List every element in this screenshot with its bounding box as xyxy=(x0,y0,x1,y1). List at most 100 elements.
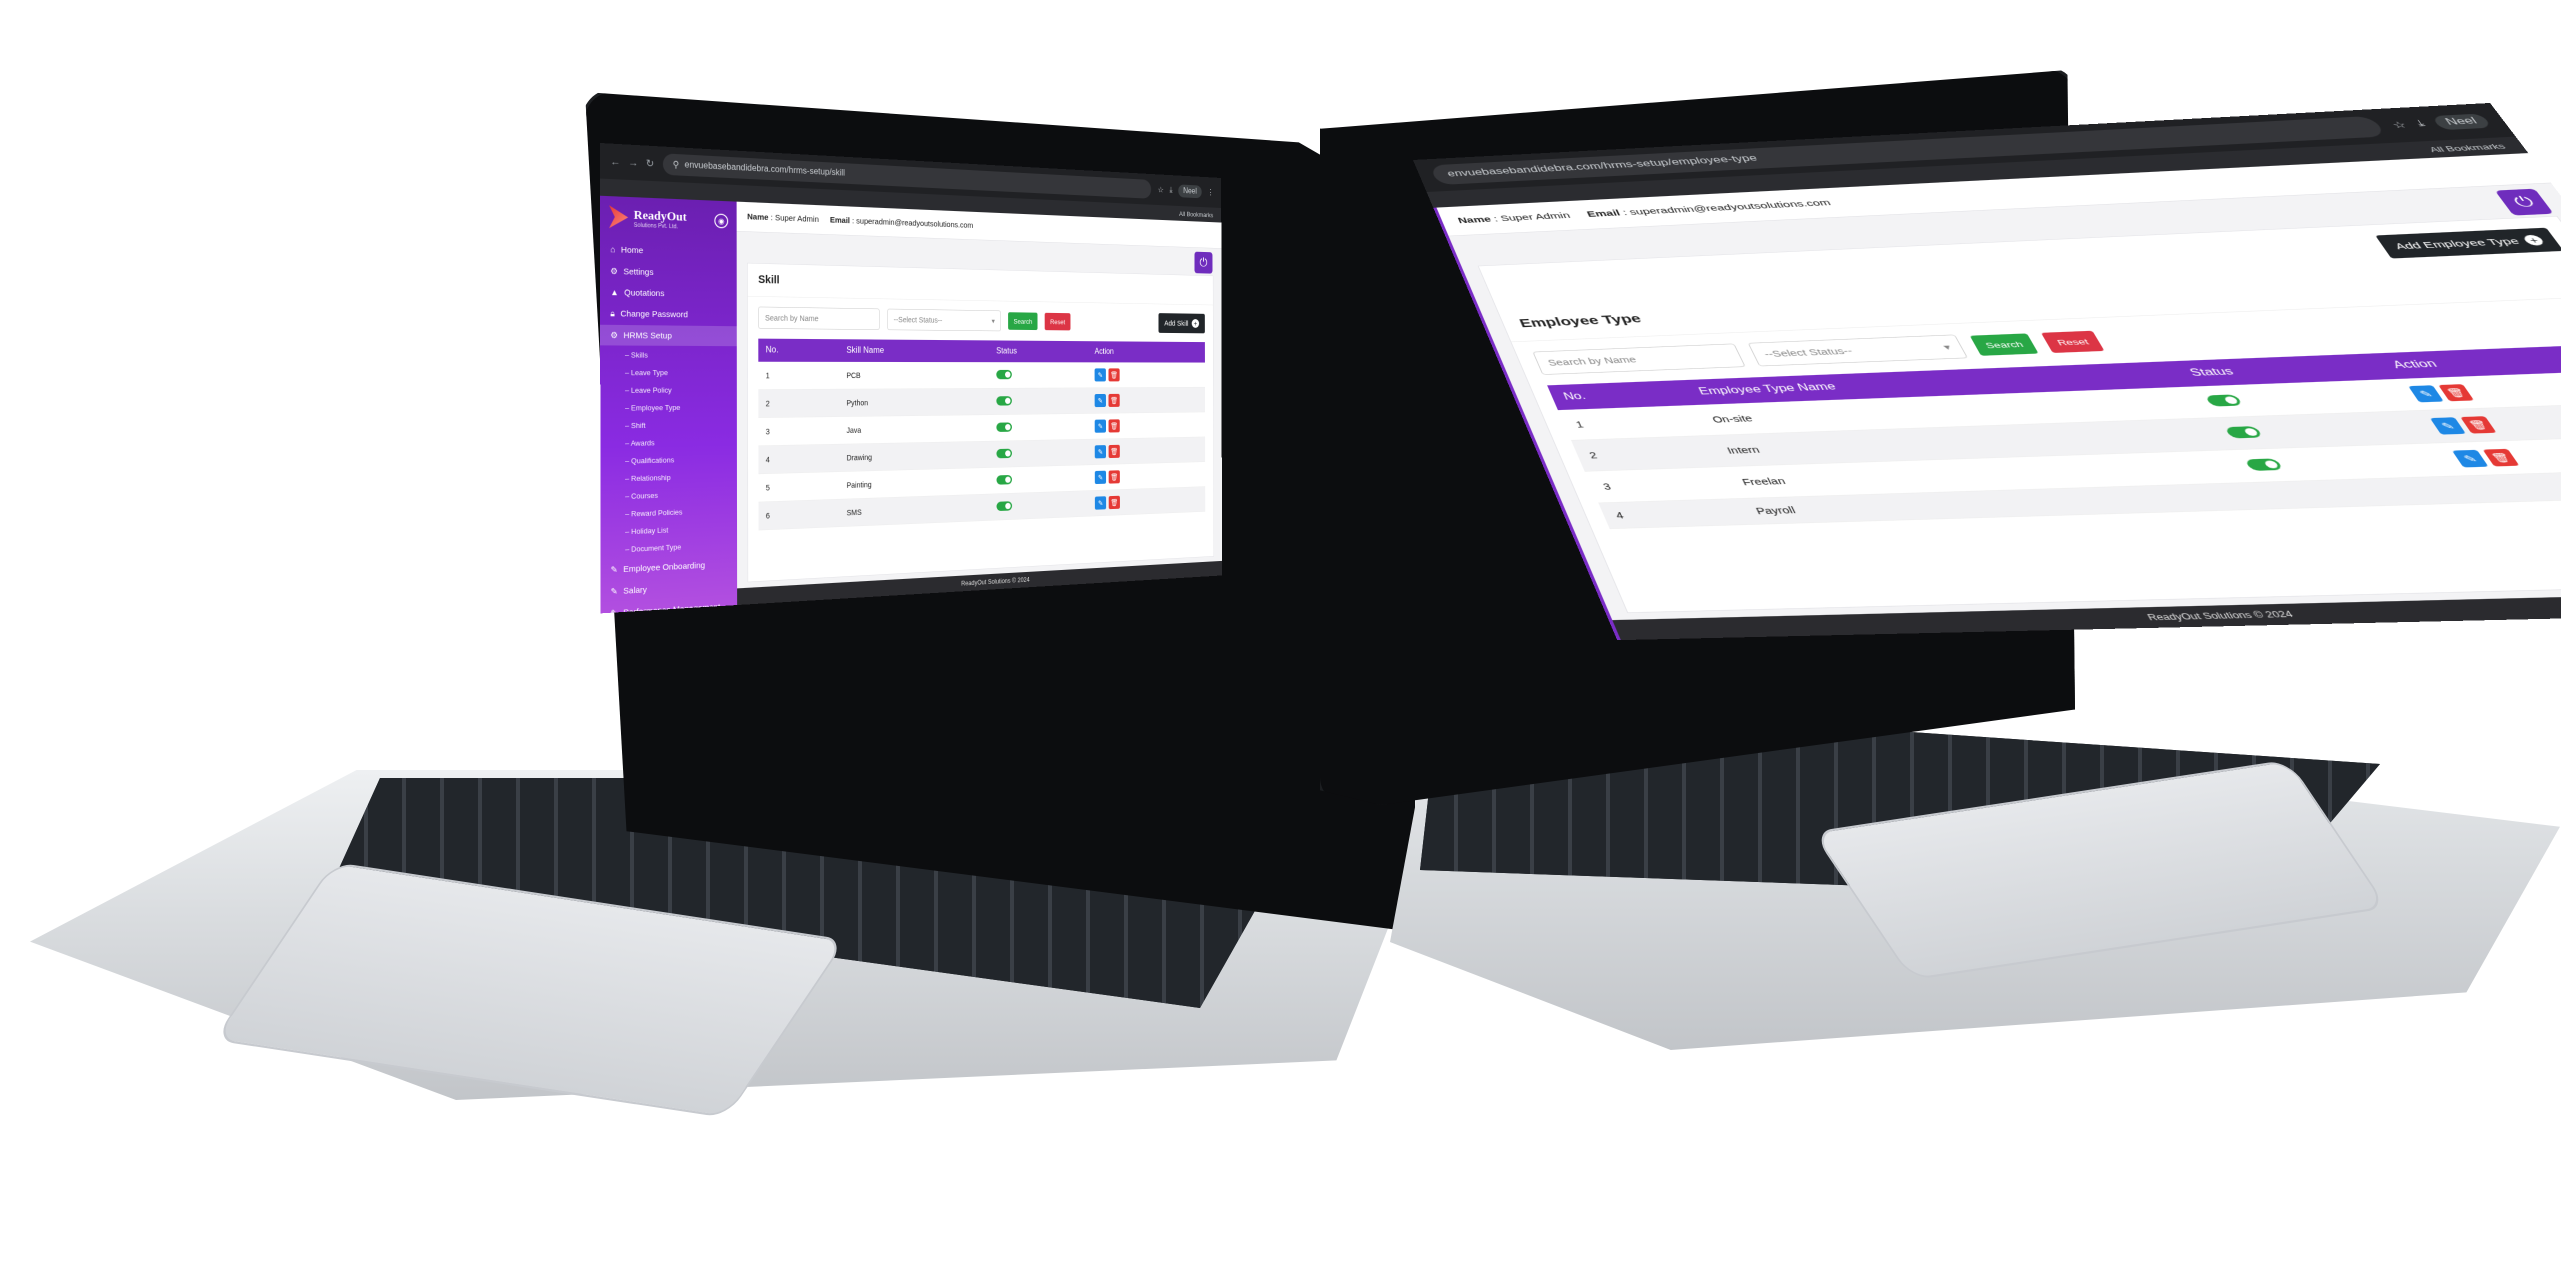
sidebar-subitem-leave-policy[interactable]: Leave Policy xyxy=(600,382,737,399)
lock-icon: 🔒︎ xyxy=(610,308,615,319)
trash-icon[interactable]: 🗑︎ xyxy=(2438,384,2475,402)
skill-card: Skill Search by Name --Select Status-- ▾ … xyxy=(747,262,1214,583)
search-button[interactable]: Search xyxy=(1969,333,2039,356)
edit-icon[interactable]: ✎ xyxy=(1094,393,1106,408)
email-value: superadmin@readyoutsolutions.com xyxy=(856,216,974,231)
sidebar-subitem-qualifications[interactable]: Qualifications xyxy=(600,450,737,470)
reset-button[interactable]: Reset xyxy=(1044,312,1071,331)
sidebar-item-settings[interactable]: ⚙ Settings xyxy=(600,261,737,285)
trash-icon[interactable]: 🗑︎ xyxy=(1108,393,1120,407)
setup-icon: ⚙ xyxy=(610,330,618,341)
salary-icon: ✎ xyxy=(610,586,618,597)
email-value: superadmin@readyoutsolutions.com xyxy=(1627,198,1833,217)
sidebar-item-home[interactable]: ⌂ Home xyxy=(600,239,737,263)
status-toggle[interactable] xyxy=(996,369,1012,379)
quote-icon: ▲ xyxy=(610,287,619,298)
logo-mark-icon xyxy=(609,205,628,229)
status-toggle[interactable] xyxy=(996,500,1013,511)
edit-icon[interactable]: ✎ xyxy=(1094,470,1107,485)
status-select[interactable]: --Select Status-- ▾ xyxy=(1747,334,1968,367)
trash-icon[interactable]: 🗑︎ xyxy=(1108,495,1120,510)
sidebar-subitem-skills[interactable]: Skills xyxy=(600,347,737,364)
edit-icon[interactable]: ✎ xyxy=(1094,445,1107,459)
trash-icon[interactable]: 🗑︎ xyxy=(2482,448,2520,467)
trash-icon[interactable]: 🗑︎ xyxy=(1108,470,1120,484)
add-employee-type-button[interactable]: Add Employee Type + xyxy=(2375,227,2561,259)
name-label: Name xyxy=(1456,214,1493,226)
trash-icon[interactable]: 🗑︎ xyxy=(1108,419,1120,433)
menu-icon[interactable]: ⋮ xyxy=(1207,187,1214,197)
gear-icon: ⚙ xyxy=(610,266,618,277)
add-skill-button[interactable]: Add Skill + xyxy=(1158,313,1205,334)
status-toggle[interactable] xyxy=(996,395,1012,406)
power-icon[interactable]: ⏻ xyxy=(1194,251,1213,274)
edit-icon[interactable]: ✎ xyxy=(2430,417,2467,435)
sidebar-toggle-icon[interactable]: ◉ xyxy=(714,213,729,229)
star-icon[interactable]: ☆ xyxy=(2389,119,2409,130)
sidebar-subitem-leave-type[interactable]: Leave Type xyxy=(600,364,737,381)
search-input[interactable]: Search by Name xyxy=(758,306,880,330)
profile-button[interactable]: Neel xyxy=(1178,184,1202,199)
status-select[interactable]: --Select Status-- ▾ xyxy=(887,308,1001,332)
url-text: envuebasebandidebra.com/hrms-setup/skill xyxy=(684,160,845,178)
forward-icon[interactable]: → xyxy=(628,156,638,168)
edit-icon[interactable]: ✎ xyxy=(2408,385,2444,403)
email-label: Email xyxy=(1585,208,1622,220)
sidebar-item-change-password[interactable]: 🔒︎ Change Password xyxy=(600,304,737,326)
sidebar: ReadyOut Solutions Pvt. Ltd. ◉ ⌂ Home ⚙ Se… xyxy=(600,195,738,614)
email-label: Email xyxy=(829,215,850,226)
all-bookmarks-link[interactable]: All Bookmarks xyxy=(1179,210,1213,219)
status-toggle[interactable] xyxy=(2204,394,2244,407)
trash-icon[interactable]: 🗑︎ xyxy=(2460,416,2497,434)
star-icon[interactable]: ☆ xyxy=(1158,185,1164,195)
chevron-down-icon: ▾ xyxy=(1941,341,1953,352)
back-icon[interactable]: ← xyxy=(610,155,620,168)
col-action: Action xyxy=(1088,341,1205,363)
col-skill-name: Skill Name xyxy=(839,339,990,363)
trash-icon[interactable]: 🗑︎ xyxy=(1108,444,1120,459)
status-toggle[interactable] xyxy=(996,422,1012,432)
site-info-icon[interactable]: ⚲ xyxy=(673,159,679,171)
filter-bar: Search by Name --Select Status-- ▾ Search… xyxy=(748,297,1213,343)
sidebar-item-hrms-setup[interactable]: ⚙ HRMS Setup xyxy=(600,324,737,347)
chevron-down-icon: ▾ xyxy=(991,316,995,325)
table-row: 1 PCB ✎ 🗑︎ xyxy=(758,361,1205,390)
sidebar-item-quotations[interactable]: ▲ Quotations xyxy=(600,282,737,304)
power-icon[interactable]: ⏻ xyxy=(2494,188,2554,216)
sidebar-subitem-awards[interactable]: Awards xyxy=(600,433,737,452)
url-text: envuebasebandidebra.com/hrms-setup/emplo… xyxy=(1445,153,1760,179)
trash-icon[interactable]: 🗑︎ xyxy=(1108,368,1120,382)
name-value: Super Admin xyxy=(1498,210,1572,224)
left-screen: ← → ↻ ⚲ envuebasebandidebra.com/hrms-set… xyxy=(600,143,1223,614)
profile-button[interactable]: Neel xyxy=(2431,113,2493,131)
app-layout: Name : Super Admin Email : superadmin@re… xyxy=(1433,153,2561,641)
sidebar-subitem-shift[interactable]: Shift xyxy=(600,416,737,434)
onboarding-icon: ✎ xyxy=(610,564,618,575)
app-layout: ReadyOut Solutions Pvt. Ltd. ◉ ⌂ Home ⚙ Se… xyxy=(600,195,1223,614)
download-icon[interactable]: ⤓ xyxy=(2414,119,2427,129)
main-content: Name : Super Admin Email : superadmin@re… xyxy=(1436,153,2561,641)
status-toggle[interactable] xyxy=(2244,458,2284,471)
right-screen: envuebasebandidebra.com/hrms-setup/emplo… xyxy=(1413,102,2561,641)
home-icon: ⌂ xyxy=(610,244,616,255)
col-status: Status xyxy=(989,340,1089,363)
status-toggle[interactable] xyxy=(996,474,1013,485)
status-toggle[interactable] xyxy=(2224,425,2264,439)
brand-logo[interactable]: ReadyOut Solutions Pvt. Ltd. ◉ xyxy=(600,205,737,243)
edit-icon[interactable]: ✎ xyxy=(1094,496,1107,510)
status-toggle[interactable] xyxy=(996,448,1013,459)
edit-icon[interactable]: ✎ xyxy=(1094,419,1107,433)
reload-icon[interactable]: ↻ xyxy=(646,157,654,169)
employee-type-card: Add Employee Type + Employee Type Search … xyxy=(1477,215,2561,614)
edit-icon[interactable]: ✎ xyxy=(1094,368,1106,382)
search-button[interactable]: Search xyxy=(1008,312,1038,331)
name-value: Super Admin xyxy=(774,213,819,225)
plus-icon: + xyxy=(2521,234,2546,246)
search-input[interactable]: Search by Name xyxy=(1532,343,1746,375)
edit-icon[interactable]: ✎ xyxy=(2452,449,2489,468)
download-icon[interactable]: ⤓ xyxy=(1170,186,1173,195)
col-no: No. xyxy=(758,338,840,362)
sidebar-subitem-employee-type[interactable]: Employee Type xyxy=(600,399,737,417)
all-bookmarks-link[interactable]: All Bookmarks xyxy=(2427,142,2507,154)
reset-button[interactable]: Reset xyxy=(2041,330,2105,353)
